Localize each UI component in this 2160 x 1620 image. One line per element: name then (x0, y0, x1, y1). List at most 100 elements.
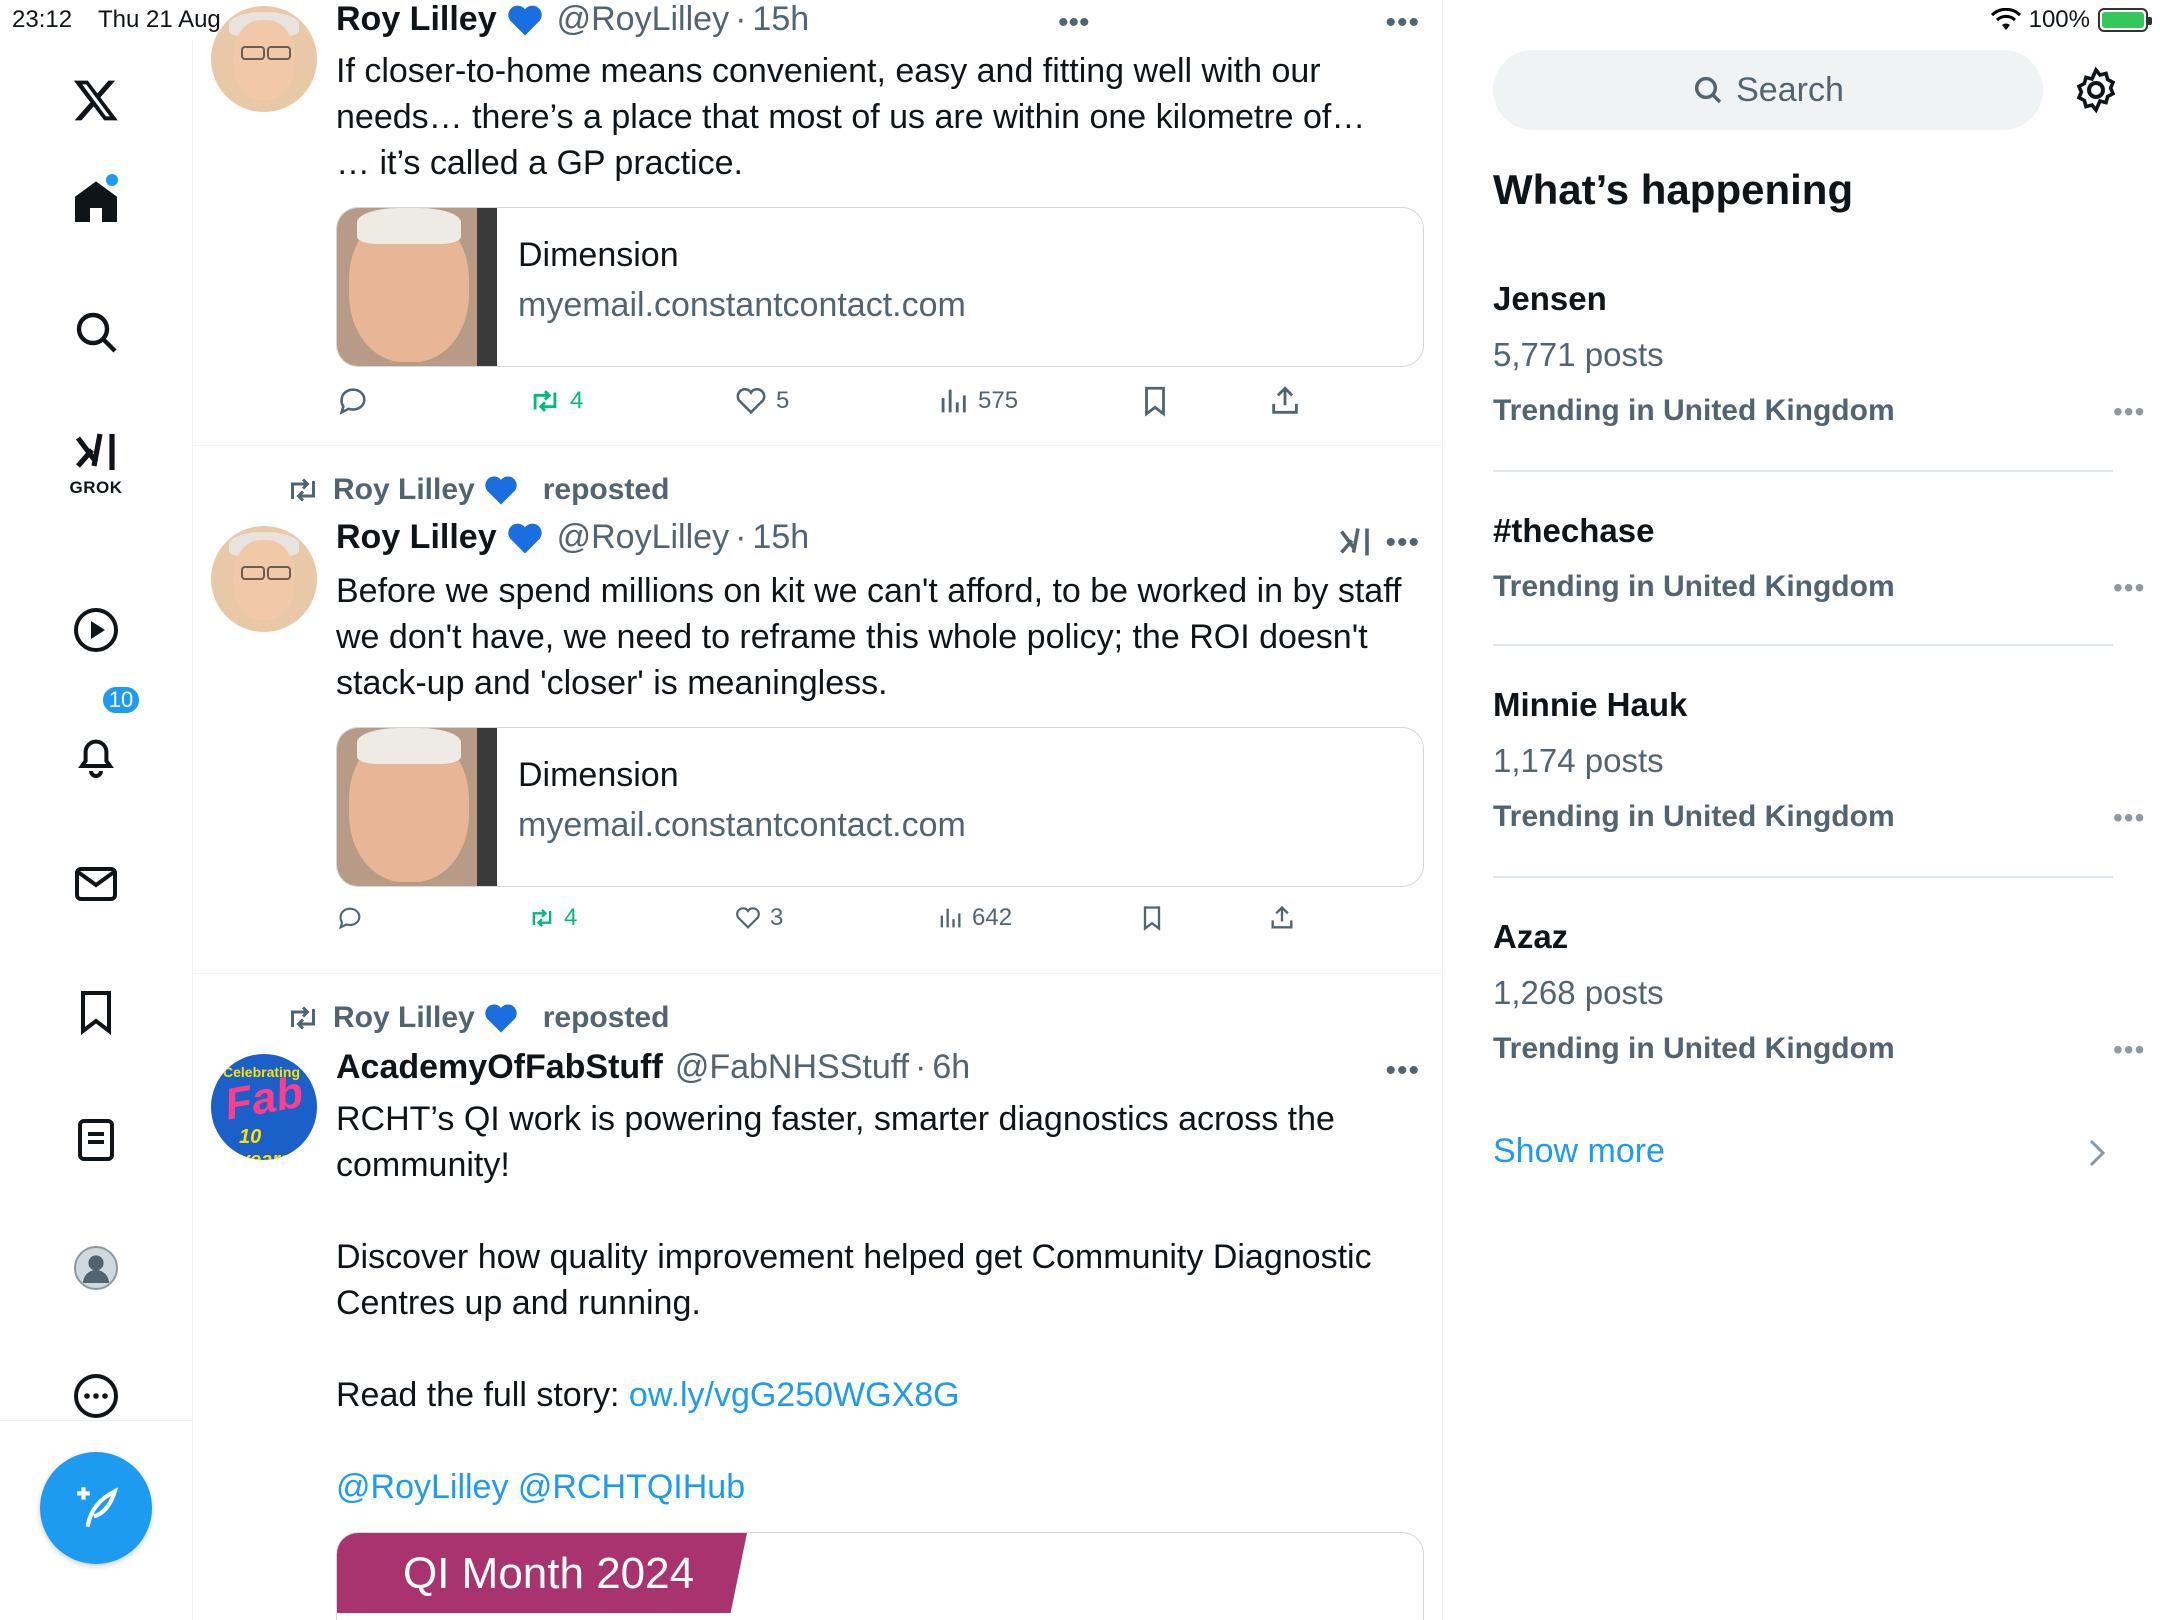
reply-button[interactable] (336, 904, 364, 932)
views-chart-icon (940, 908, 961, 928)
media-banner-text: QI Month 2024 (403, 1549, 695, 1598)
drag-handle-icon[interactable]: ••• (1058, 6, 1090, 40)
author-handle[interactable]: @RoyLilley (557, 518, 729, 557)
author-handle[interactable]: @FabNHSStuff (675, 1048, 909, 1087)
search-input[interactable]: Search (1493, 50, 2043, 130)
views-button[interactable]: 575 (936, 384, 1018, 418)
tweet-text-line: Before we spend millions on kit we can't… (336, 572, 1402, 610)
show-more-link[interactable]: Show more (1493, 1132, 1665, 1171)
compose-feather-icon (77, 1487, 119, 1528)
more-options-icon[interactable] (66, 1366, 126, 1426)
views-button[interactable]: 642 (936, 904, 1012, 932)
trend-more-button[interactable]: ••• (2113, 802, 2145, 834)
author-avatar[interactable] (211, 6, 317, 112)
retweet-icon (532, 909, 552, 927)
messages-envelope-icon[interactable] (66, 854, 126, 914)
like-count: 3 (770, 904, 784, 931)
reply-icon (339, 388, 366, 415)
dot-separator: · (735, 0, 747, 38)
tweet-time[interactable]: 15h (752, 0, 809, 39)
trend-context: Trending in United Kingdom (1493, 570, 1895, 603)
trend-divider (1493, 470, 2113, 472)
trend-context: Trending in United Kingdom (1493, 1032, 1895, 1065)
repost-icon (291, 478, 315, 502)
tweet-header: Roy Lilley @RoyLilley · 15h (336, 0, 809, 39)
grok-icon[interactable] (66, 422, 126, 482)
tweet-more-button[interactable]: ••• (1385, 6, 1420, 40)
author-avatar[interactable]: Celebrating Fab 10 years (211, 1054, 317, 1160)
tweet-text-line: stack-up and 'closer' is meaningless. (336, 664, 888, 702)
media-card[interactable]: QI Month 2024 (336, 1532, 1424, 1620)
retweet-button[interactable]: 4 (528, 384, 583, 418)
x-logo-icon[interactable] (66, 70, 126, 130)
share-icon (1271, 905, 1293, 929)
trend-posts: 5,771 posts (1493, 336, 1664, 373)
right-sidebar: Search What’s happening Jensen 5,771 pos… (1443, 0, 2160, 1620)
views-chart-icon (941, 389, 966, 413)
profile-avatar-icon[interactable] (66, 1238, 126, 1298)
home-unread-dot (106, 174, 118, 186)
dot-separator: · (735, 518, 747, 556)
lists-icon[interactable] (66, 1110, 126, 1170)
tweet-more-button[interactable]: ••• (1385, 1054, 1420, 1088)
link-card-thumbnail (337, 208, 497, 366)
reposted-label: reposted (542, 1001, 670, 1034)
whats-happening-title: What’s happening (1493, 166, 1854, 213)
author-avatar[interactable] (211, 526, 317, 632)
left-nav: GROK 10 (0, 40, 193, 1620)
chevron-right-icon (2089, 1139, 2106, 1167)
like-button[interactable]: 3 (734, 904, 783, 932)
read-more-line: Read the full story: ow.ly/vgG250WGX8G (336, 1372, 1421, 1418)
link-card-title: Dimension (518, 756, 679, 794)
like-button[interactable]: 5 (734, 384, 789, 418)
video-play-icon[interactable] (66, 600, 126, 660)
bookmarks-icon[interactable] (66, 982, 126, 1042)
repost-indicator[interactable]: Roy Lilley reposted (285, 1000, 669, 1036)
trend-more-button[interactable]: ••• (2113, 1034, 2145, 1066)
views-count: 642 (972, 904, 1013, 931)
tweet-more-button[interactable]: ••• (1385, 526, 1420, 560)
read-more-prefix: Read the full story: (336, 1376, 629, 1414)
repost-icon (291, 1006, 315, 1030)
blue-heart-icon (485, 1004, 517, 1033)
mentions-links[interactable]: @RoyLilley @RCHTQIHub (336, 1464, 1421, 1510)
notifications-badge: 10 (100, 684, 142, 716)
tweet-text-line: Discover how quality improvement helped … (336, 1238, 1372, 1276)
trend-more-button[interactable]: ••• (2113, 396, 2145, 428)
bookmark-icon (1143, 906, 1161, 931)
link-card-domain: myemail.constantcontact.com (518, 286, 966, 324)
author-name[interactable]: Roy Lilley (336, 518, 497, 557)
author-name[interactable]: AcademyOfFabStuff (336, 1048, 663, 1087)
tweet-divider (193, 973, 1442, 974)
author-name[interactable]: Roy Lilley (336, 0, 497, 39)
views-count: 575 (978, 387, 1019, 414)
share-button[interactable] (1268, 384, 1302, 418)
notifications-bell-icon[interactable] (66, 726, 126, 786)
link-card[interactable]: Dimension myemail.constantcontact.com (336, 207, 1424, 367)
author-handle[interactable]: @RoyLilley (557, 0, 729, 39)
story-link[interactable]: ow.ly/vgG250WGX8G (629, 1376, 960, 1414)
bookmark-button[interactable] (1138, 384, 1172, 418)
explore-search-icon[interactable] (66, 302, 126, 362)
repost-indicator[interactable]: Roy Lilley reposted (285, 472, 669, 508)
share-button[interactable] (1268, 904, 1296, 932)
compose-post-button[interactable] (40, 1452, 152, 1564)
trend-divider (1493, 876, 2113, 878)
tweet-time[interactable]: 15h (752, 518, 809, 557)
nav-divider (0, 1420, 193, 1421)
grok-explain-icon[interactable] (1337, 524, 1373, 560)
retweet-count: 4 (564, 904, 578, 931)
timeline-feed: Roy Lilley @RoyLilley · 15h ••• ••• If c… (193, 0, 1443, 1620)
reply-button[interactable] (336, 384, 370, 418)
tweet-text-line: RCHT’s QI work is powering faster, smart… (336, 1100, 1335, 1138)
settings-gear-icon[interactable] (2072, 66, 2120, 114)
retweet-button[interactable]: 4 (528, 904, 577, 932)
tweet-time[interactable]: 6h (932, 1048, 970, 1087)
grok-label: GROK (69, 478, 123, 497)
link-card[interactable]: Dimension myemail.constantcontact.com (336, 727, 1424, 887)
trend-divider (1493, 644, 2113, 646)
bookmark-button[interactable] (1138, 904, 1166, 932)
tweet-text-line: Centres up and running. (336, 1284, 701, 1322)
search-placeholder: Search (1736, 70, 1844, 109)
trend-more-button[interactable]: ••• (2113, 572, 2145, 604)
